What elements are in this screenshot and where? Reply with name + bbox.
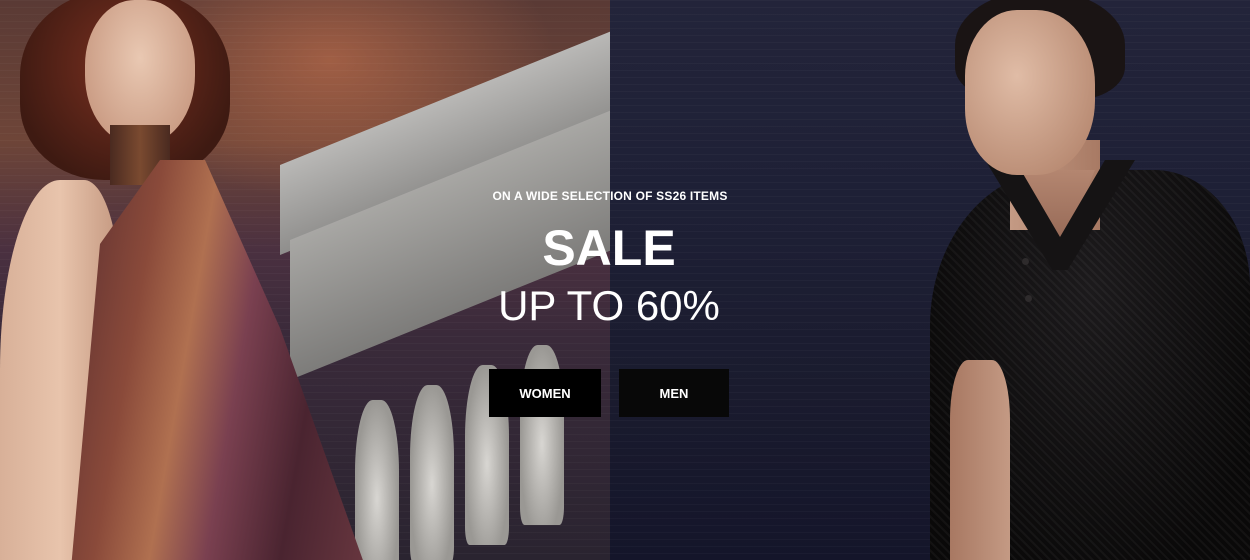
shop-women-button[interactable]: WOMEN xyxy=(489,369,601,417)
hero-headline: SALE xyxy=(542,220,676,276)
hero-eyebrow: ON A WIDE SELECTION OF SS26 ITEMS xyxy=(492,189,728,203)
hero-banner: ON A WIDE SELECTION OF SS26 ITEMS SALE U… xyxy=(0,0,1250,560)
shop-men-button[interactable]: MEN xyxy=(619,369,729,417)
hero-text-overlay: ON A WIDE SELECTION OF SS26 ITEMS SALE U… xyxy=(0,0,1250,560)
hero-subline: UP TO 60% xyxy=(498,282,720,329)
